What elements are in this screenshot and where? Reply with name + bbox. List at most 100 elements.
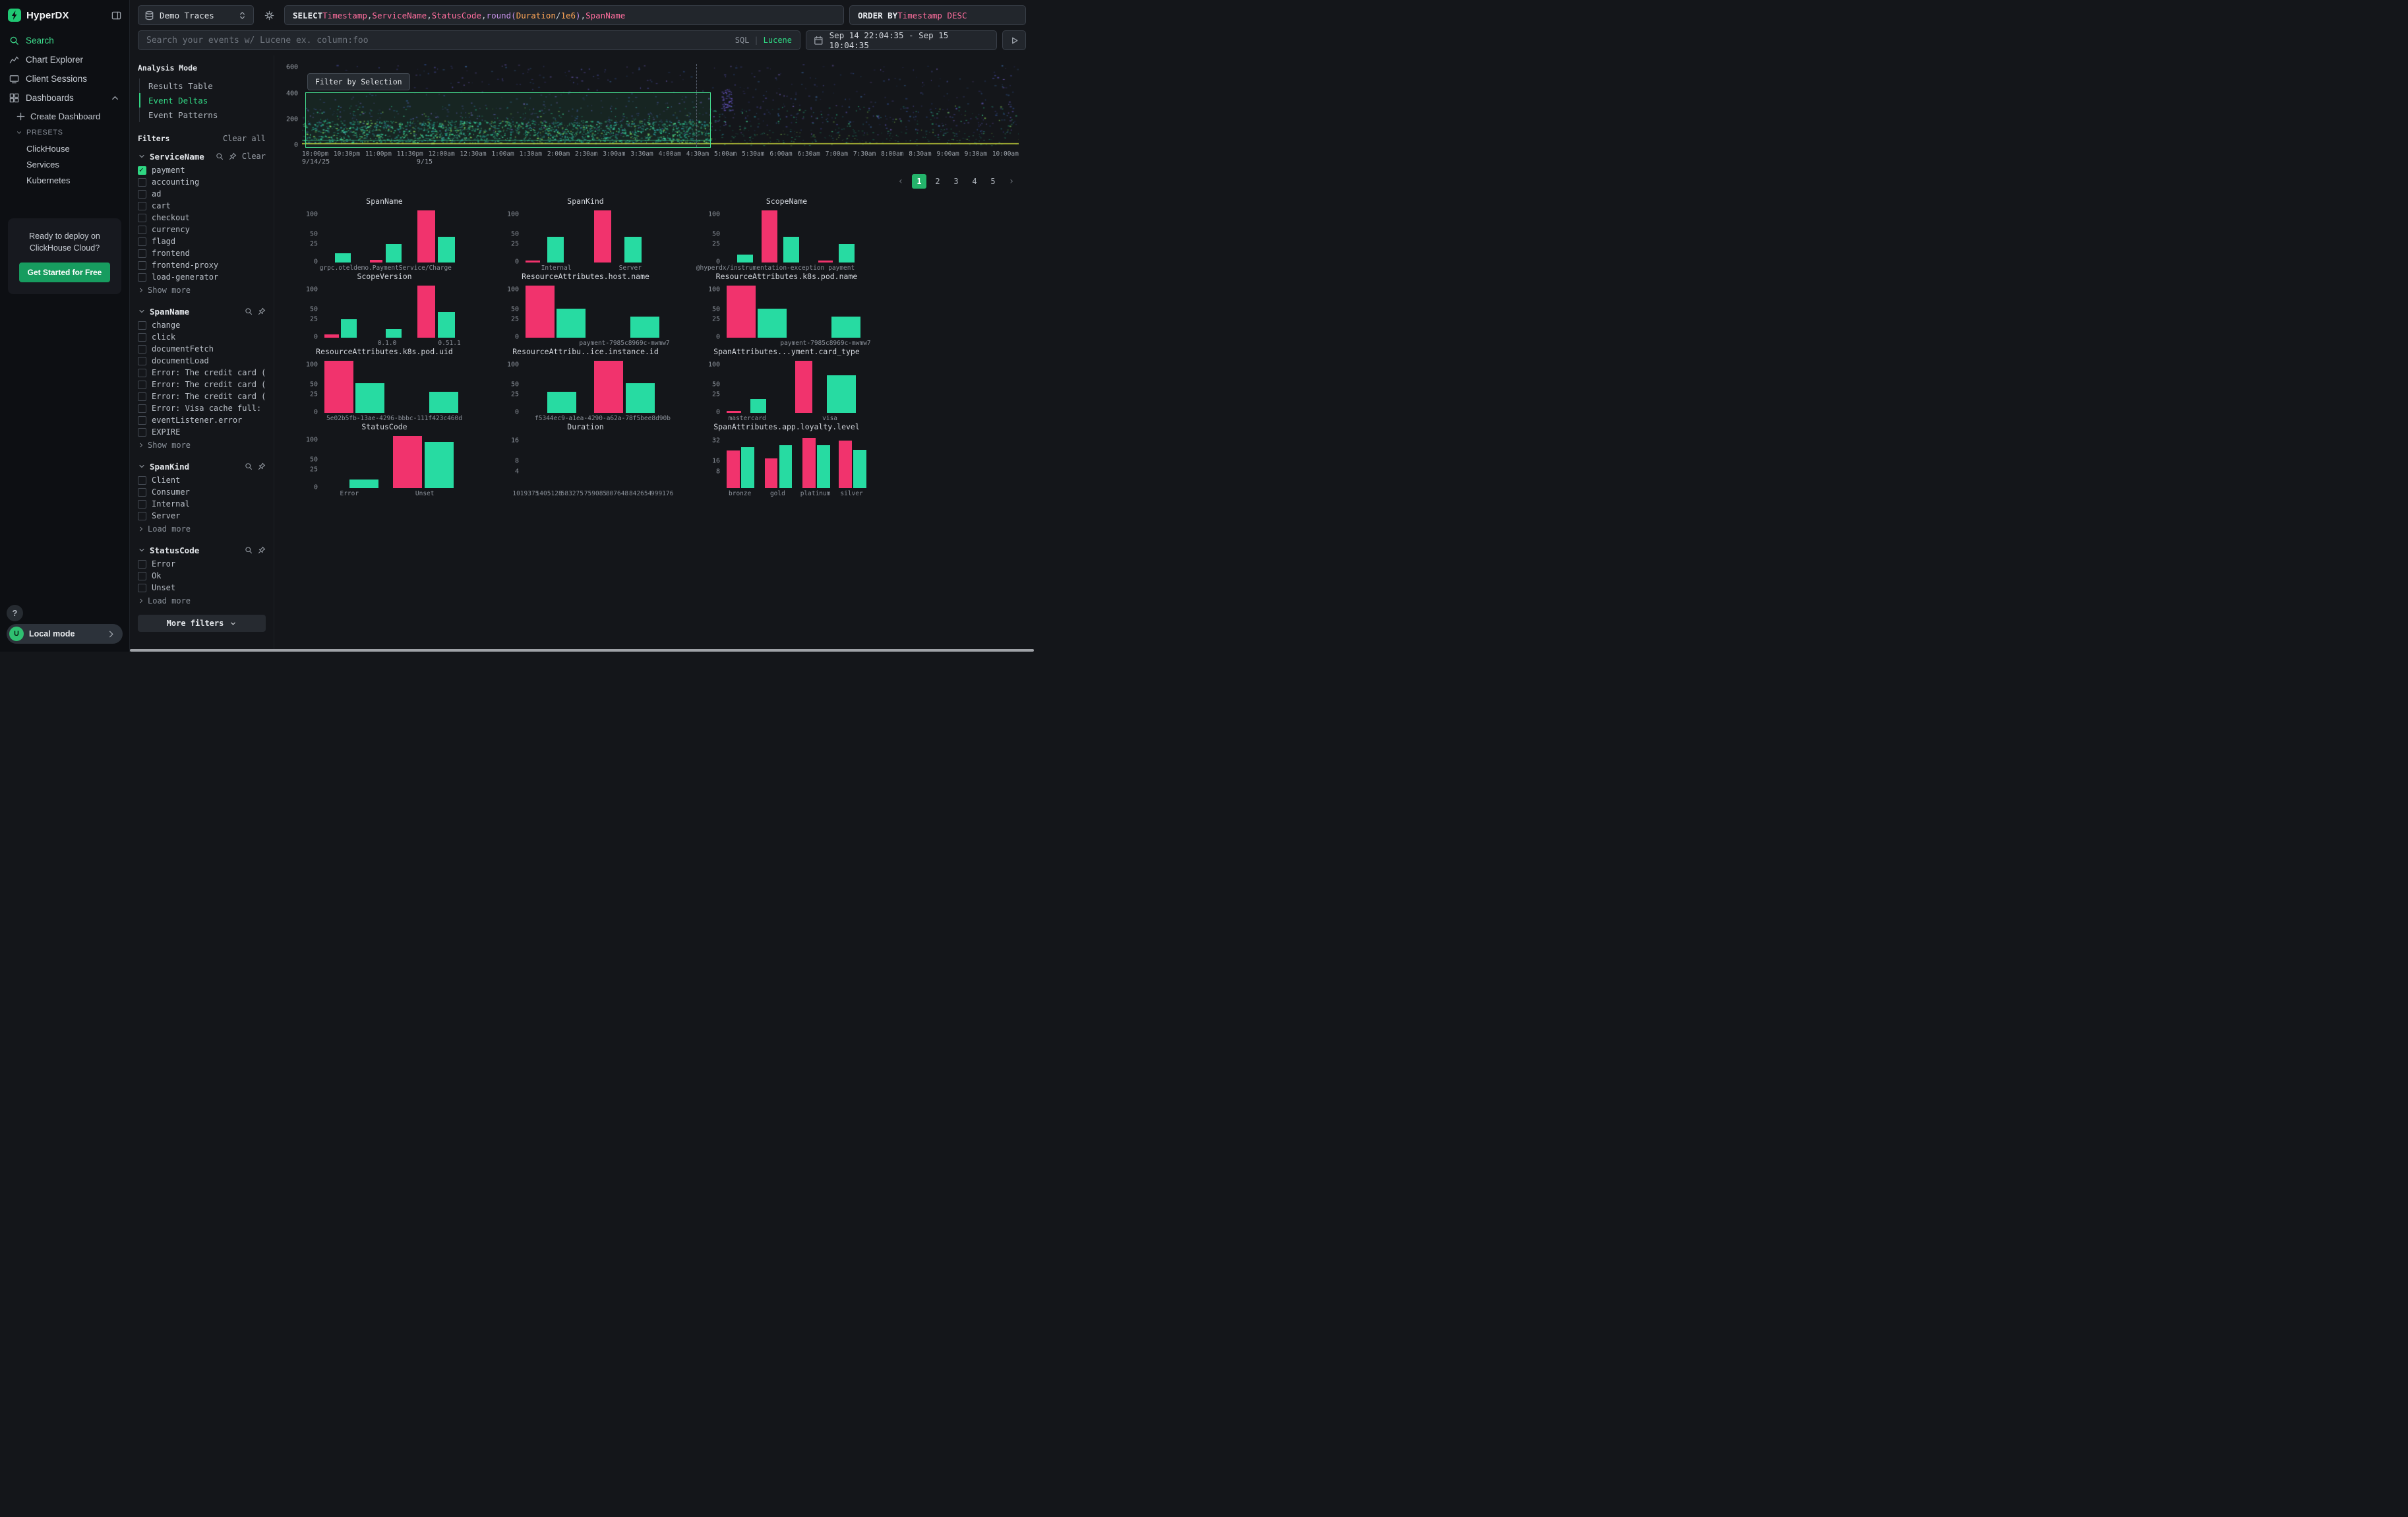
help-button[interactable]: ? xyxy=(7,605,23,621)
checkbox[interactable] xyxy=(138,261,146,270)
filter-option[interactable]: Error: The credit card (… xyxy=(138,367,266,379)
checkbox[interactable] xyxy=(138,416,146,425)
page-button-2[interactable]: 2 xyxy=(930,174,945,189)
date-range-picker[interactable]: Sep 14 22:04:35 - Sep 15 10:04:35 xyxy=(806,30,997,50)
checkbox[interactable] xyxy=(138,190,146,199)
selection-region[interactable] xyxy=(305,92,710,148)
source-settings-button[interactable] xyxy=(259,5,279,25)
analysis-mode-results-table[interactable]: Results Table xyxy=(139,78,266,93)
pin-icon[interactable] xyxy=(258,546,266,554)
checkbox[interactable] xyxy=(138,500,146,509)
checkbox[interactable] xyxy=(138,488,146,497)
events-timeline-chart[interactable]: 6004002000 Filter by Selection xyxy=(302,64,1019,147)
sidebar-item-dashboards[interactable]: Dashboards xyxy=(0,88,129,108)
filter-option[interactable]: documentFetch xyxy=(138,343,266,355)
checkbox[interactable] xyxy=(138,584,146,592)
show-more-link[interactable]: Show more xyxy=(138,283,266,297)
sql-select-editor[interactable]: SELECT Timestamp, ServiceName, StatusCod… xyxy=(284,5,844,25)
filter-by-selection-button[interactable]: Filter by Selection xyxy=(307,73,410,90)
sidebar-item-clickhouse[interactable]: ClickHouse xyxy=(0,140,129,156)
source-select[interactable]: Demo Traces xyxy=(138,5,254,25)
chevron-down-icon[interactable] xyxy=(138,462,146,470)
pin-icon[interactable] xyxy=(258,462,266,470)
checkbox[interactable] xyxy=(138,249,146,258)
order-by-editor[interactable]: ORDER BY Timestamp DESC xyxy=(849,5,1026,25)
panel-toggle-icon[interactable] xyxy=(111,11,121,20)
page-button-1[interactable]: 1 xyxy=(912,174,926,189)
sidebar-item-create-dashboard[interactable]: Create Dashboard xyxy=(0,108,129,125)
filter-option[interactable]: Client xyxy=(138,474,266,486)
checkbox[interactable] xyxy=(138,178,146,187)
checkbox[interactable] xyxy=(138,226,146,234)
sidebar-item-search[interactable]: Search xyxy=(0,31,129,50)
filter-option[interactable]: documentLoad xyxy=(138,355,266,367)
checkbox[interactable] xyxy=(138,404,146,413)
pin-icon[interactable] xyxy=(258,307,266,315)
pin-icon[interactable] xyxy=(229,152,237,160)
checkbox[interactable] xyxy=(138,357,146,365)
filter-option[interactable]: Ok xyxy=(138,570,266,582)
checkbox[interactable] xyxy=(138,166,146,175)
checkbox[interactable] xyxy=(138,392,146,401)
run-query-button[interactable] xyxy=(1002,30,1026,50)
horizontal-scrollbar[interactable] xyxy=(130,649,1034,652)
filter-option[interactable]: Error: Visa cache full: … xyxy=(138,402,266,414)
checkbox[interactable] xyxy=(138,476,146,485)
filter-option[interactable]: ad xyxy=(138,188,266,200)
filter-option[interactable]: load-generator xyxy=(138,271,266,283)
checkbox[interactable] xyxy=(138,369,146,377)
checkbox[interactable] xyxy=(138,273,146,282)
sidebar-item-client-sessions[interactable]: Client Sessions xyxy=(0,69,129,88)
facet-search-icon[interactable] xyxy=(245,546,253,554)
analysis-mode-event-patterns[interactable]: Event Patterns xyxy=(139,108,266,122)
checkbox[interactable] xyxy=(138,214,146,222)
checkbox[interactable] xyxy=(138,202,146,210)
checkbox[interactable] xyxy=(138,333,146,342)
filter-option[interactable]: frontend xyxy=(138,247,266,259)
checkbox[interactable] xyxy=(138,512,146,520)
filter-option[interactable]: Server xyxy=(138,510,266,522)
more-filters-button[interactable]: More filters xyxy=(138,615,266,632)
show-more-link[interactable]: Show more xyxy=(138,438,266,452)
checkbox[interactable] xyxy=(138,237,146,246)
filter-option[interactable]: checkout xyxy=(138,212,266,224)
filter-option[interactable]: payment xyxy=(138,164,266,176)
filter-option[interactable]: Consumer xyxy=(138,486,266,498)
next-page-button[interactable]: › xyxy=(1004,174,1019,189)
local-mode-button[interactable]: U Local mode xyxy=(7,624,123,644)
chevron-down-icon[interactable] xyxy=(138,546,146,554)
page-button-3[interactable]: 3 xyxy=(949,174,963,189)
filter-option[interactable]: eventListener.error xyxy=(138,414,266,426)
show-more-link[interactable]: Load more xyxy=(138,522,266,536)
chevron-down-icon[interactable] xyxy=(138,152,146,160)
filter-option[interactable]: currency xyxy=(138,224,266,235)
analysis-mode-event-deltas[interactable]: Event Deltas xyxy=(139,93,266,108)
sidebar-item-chart-explorer[interactable]: Chart Explorer xyxy=(0,50,129,69)
sidebar-presets-header[interactable]: PRESETS xyxy=(0,125,129,140)
facet-search-icon[interactable] xyxy=(245,462,253,470)
checkbox[interactable] xyxy=(138,428,146,437)
filter-option[interactable]: click xyxy=(138,331,266,343)
facet-search-icon[interactable] xyxy=(216,152,224,160)
filter-option[interactable]: Error xyxy=(138,558,266,570)
search-input[interactable] xyxy=(146,36,729,46)
prev-page-button[interactable]: ‹ xyxy=(893,174,908,189)
filter-option[interactable]: cart xyxy=(138,200,266,212)
filter-option[interactable]: flagd xyxy=(138,235,266,247)
filter-option[interactable]: accounting xyxy=(138,176,266,188)
language-toggle-lucene[interactable]: Lucene xyxy=(764,36,792,45)
clear-all-filters-link[interactable]: Clear all xyxy=(223,134,266,143)
filter-option[interactable]: frontend-proxy xyxy=(138,259,266,271)
filter-option[interactable]: Unset xyxy=(138,582,266,594)
sidebar-item-services[interactable]: Services xyxy=(0,156,129,172)
filter-option[interactable]: EXPIRE xyxy=(138,426,266,438)
checkbox[interactable] xyxy=(138,381,146,389)
filter-option[interactable]: Error: The credit card (… xyxy=(138,390,266,402)
page-button-5[interactable]: 5 xyxy=(986,174,1000,189)
checkbox[interactable] xyxy=(138,345,146,354)
filter-option[interactable]: Error: The credit card (… xyxy=(138,379,266,390)
clear-filter-link[interactable]: Clear xyxy=(242,152,266,161)
filter-option[interactable]: change xyxy=(138,319,266,331)
facet-search-icon[interactable] xyxy=(245,307,253,315)
chevron-down-icon[interactable] xyxy=(138,307,146,315)
